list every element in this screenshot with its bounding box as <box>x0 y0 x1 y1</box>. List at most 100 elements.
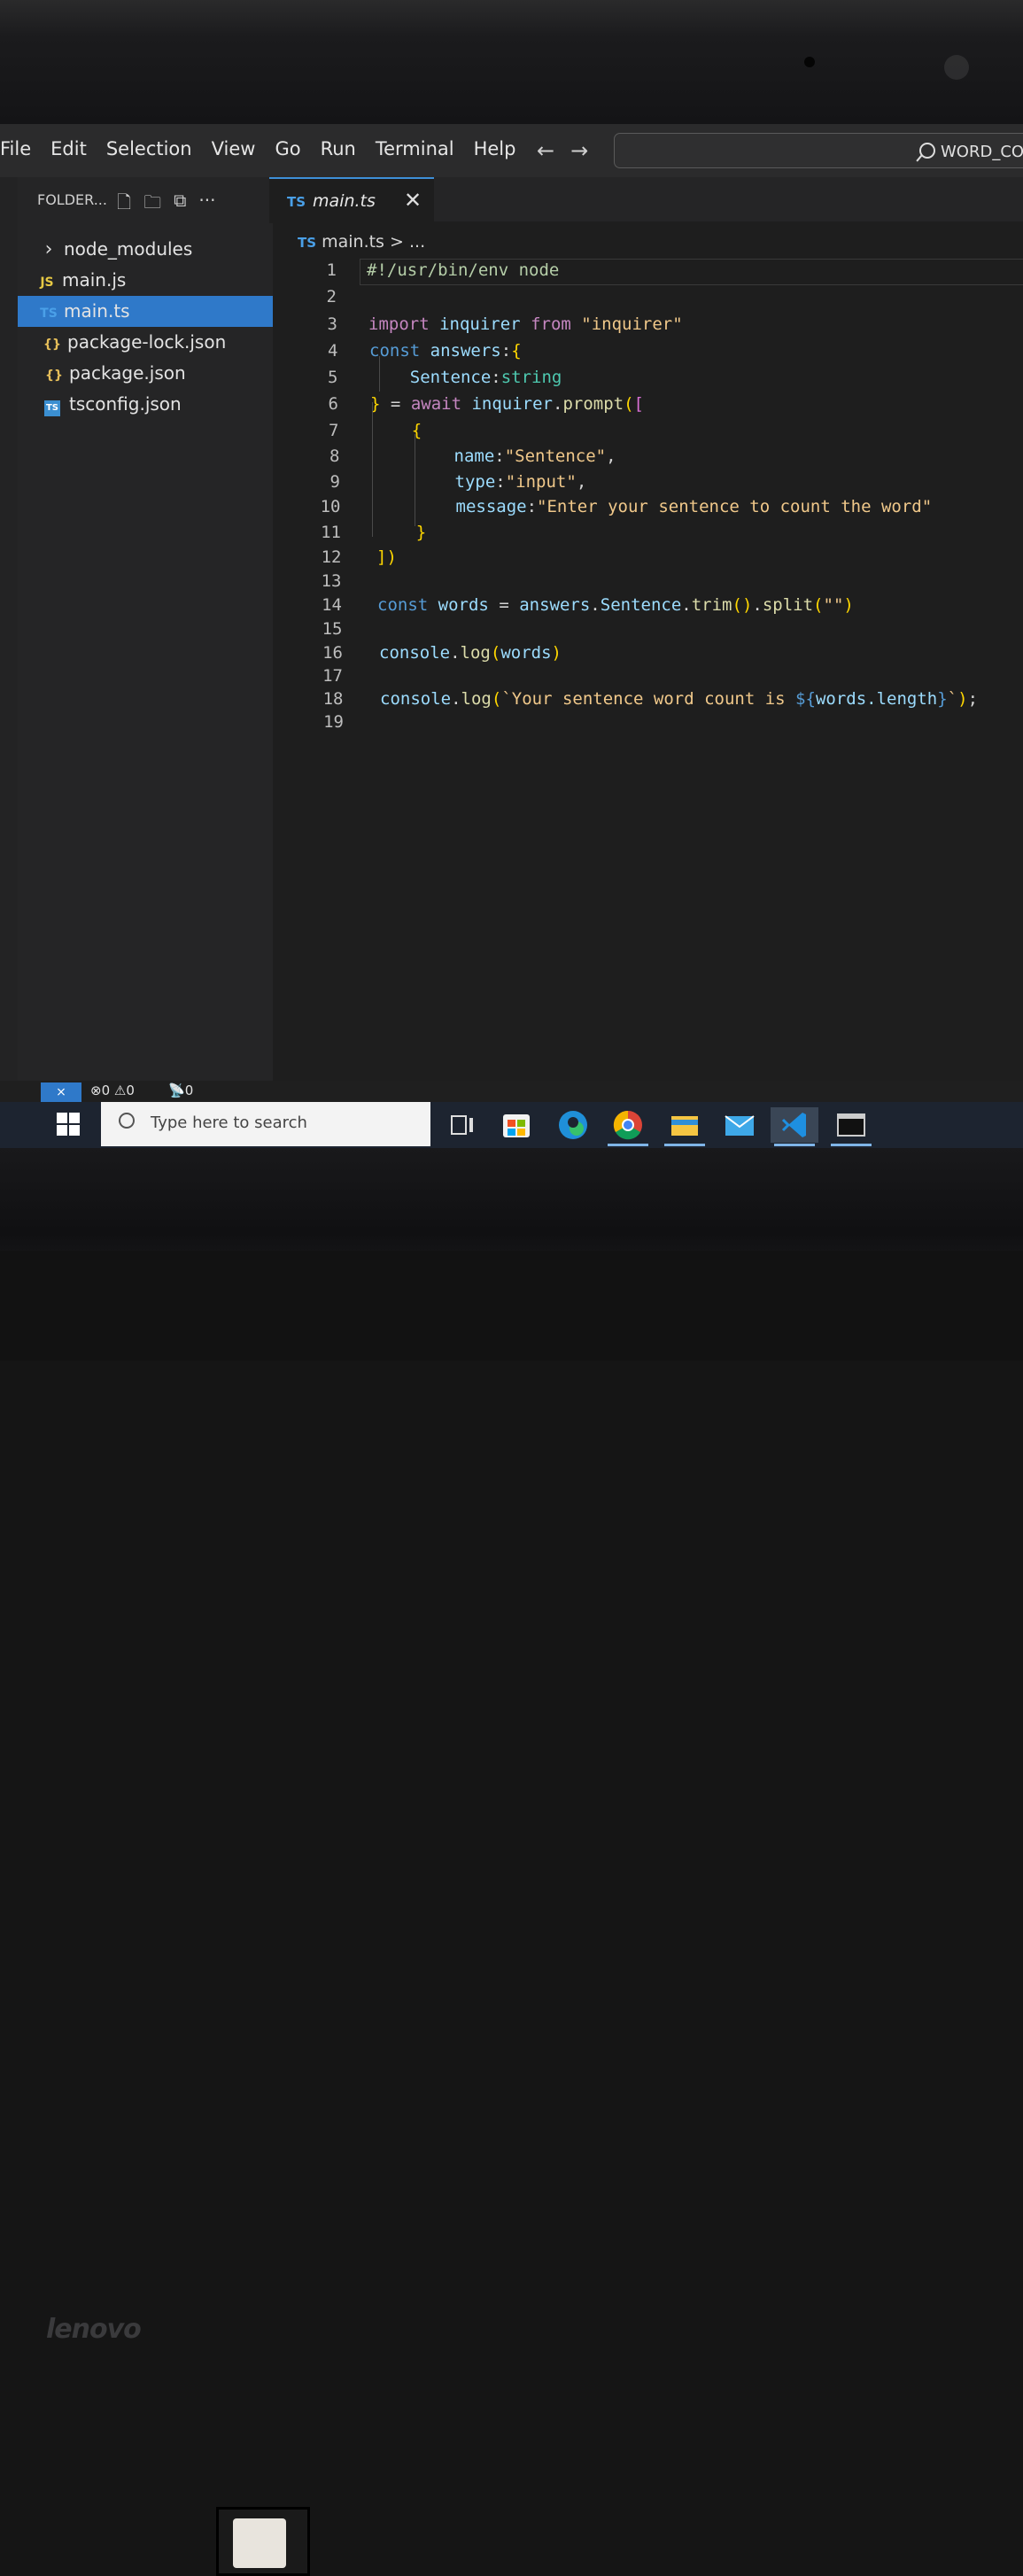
forward-arrow-icon[interactable]: → <box>570 138 588 163</box>
title-bar: File Edit Selection View Go Run Terminal Help ←… <box>0 124 1023 177</box>
task-view-icon[interactable] <box>441 1107 489 1143</box>
new-folder-icon[interactable]: 🗀 <box>143 190 161 220</box>
code-text: message:"Enter your sentence to count th… <box>455 497 933 516</box>
new-file-icon[interactable]: 🗋 <box>117 190 131 220</box>
code-text: Sentence:string <box>409 368 562 387</box>
running-indicator <box>831 1144 872 1146</box>
camera-sensor <box>944 55 969 80</box>
ts-file-icon: TS <box>287 194 306 210</box>
ports-count: 0 <box>184 1082 194 1098</box>
vscode-icon[interactable] <box>771 1107 818 1146</box>
edge-icon[interactable] <box>549 1107 597 1143</box>
tab-label: main.ts <box>313 191 376 211</box>
windows-start-icon[interactable] <box>57 1113 80 1136</box>
tree-item-package-json[interactable]: {} package.json <box>18 358 273 389</box>
line-number: 2 <box>326 287 337 306</box>
menu-item-file[interactable]: File <box>0 138 41 159</box>
breadcrumb-rest: ... <box>408 232 426 252</box>
breadcrumb[interactable]: TS main.ts > ... <box>298 232 425 252</box>
menu-item-terminal[interactable]: Terminal <box>366 138 464 159</box>
search-icon <box>919 143 935 159</box>
broadcast-icon: 📡 <box>168 1082 185 1098</box>
menu-item-go[interactable]: Go <box>265 138 310 159</box>
code-text: name:"Sentence", <box>453 446 616 466</box>
explorer-header[interactable]: FOLDER... <box>37 191 107 208</box>
breadcrumb-file: main.ts <box>322 232 384 252</box>
taskbar-search[interactable]: Type here to search <box>101 1102 430 1146</box>
menu-item-run[interactable]: Run <box>311 138 366 159</box>
line-number: 7 <box>329 421 339 440</box>
microsoft-store-icon[interactable] <box>494 1107 542 1143</box>
line-number: 13 <box>321 571 342 591</box>
remote-indicator[interactable]: ⨯ <box>41 1082 81 1102</box>
line-number: 19 <box>323 712 344 732</box>
tree-item-package-lock-json[interactable]: {} package-lock.json <box>18 327 273 358</box>
ts-file-icon: TS <box>298 235 317 251</box>
status-bar: ⨯ ⊗0 ⚠0 📡0 <box>18 1081 1023 1102</box>
ports-indicator[interactable]: 📡0 <box>168 1082 193 1098</box>
tree-item-main-ts[interactable]: TS main.ts <box>18 296 273 327</box>
terminal-icon[interactable] <box>827 1107 875 1146</box>
indent-guide <box>372 402 373 537</box>
file-explorer-icon[interactable] <box>661 1107 709 1146</box>
line-number: 5 <box>328 368 338 387</box>
menu-item-selection[interactable]: Selection <box>97 138 202 159</box>
tree-item-main-js[interactable]: JS main.js <box>18 265 273 296</box>
running-indicator <box>608 1144 648 1146</box>
command-center-search[interactable]: WORD_CO <box>614 133 1023 168</box>
json-file-icon: {} <box>45 369 63 383</box>
line-number: 17 <box>322 666 343 686</box>
line-number: 4 <box>328 341 338 361</box>
mail-icon[interactable] <box>716 1107 763 1143</box>
error-count: 0 <box>101 1082 111 1098</box>
tab-main-ts[interactable]: TS main.ts ✕ <box>269 177 434 223</box>
tree-item-label: main.ts <box>64 300 130 322</box>
line-number: 1 <box>326 260 337 280</box>
line-number: 14 <box>322 595 342 615</box>
js-file-icon: JS <box>40 275 54 290</box>
menu-item-help[interactable]: Help <box>464 138 526 159</box>
sticker <box>216 2507 310 2576</box>
tree-item-label: tsconfig.json <box>69 393 182 415</box>
nav-arrows: ← → <box>537 138 588 163</box>
code-text: console.log(words) <box>379 643 562 663</box>
brand-logo: lenovo <box>46 2314 142 2345</box>
line-number: 3 <box>327 314 337 334</box>
taskbar-search-placeholder: Type here to search <box>151 1113 307 1132</box>
chrome-icon[interactable] <box>604 1107 652 1146</box>
search-text: WORD_CO <box>941 143 1023 161</box>
indent-guide <box>379 356 380 392</box>
menu-item-view[interactable]: View <box>202 138 266 159</box>
chevron-right-icon: › <box>44 238 53 260</box>
laptop-hinge <box>0 1251 1023 2576</box>
code-text: const answers:{ <box>369 341 522 361</box>
activity-bar <box>0 177 18 1081</box>
warning-icon: ⚠ <box>113 1082 127 1098</box>
back-arrow-icon[interactable]: ← <box>537 138 554 163</box>
line-number: 8 <box>329 446 340 466</box>
tab-bar: TS main.ts ✕ <box>269 177 1023 223</box>
code-text: import inquirer from "inquirer" <box>368 314 683 334</box>
collapse-all-icon[interactable]: ⧉ <box>174 190 186 220</box>
explorer-toolbar: 🗋 🗀 ⧉ ··· <box>117 190 215 220</box>
line-number: 11 <box>321 523 341 542</box>
code-text: const words = answers.Sentence.trim().sp… <box>377 595 854 615</box>
line-number: 9 <box>329 472 340 492</box>
tree-item-tsconfig-json[interactable]: TS tsconfig.json <box>18 389 273 420</box>
line-number: 12 <box>321 547 342 567</box>
line-number: 10 <box>320 497 341 516</box>
file-tree: › node_modules JS main.js TS main.ts {} package… <box>18 234 273 420</box>
close-icon[interactable]: ✕ <box>404 188 422 213</box>
problems-indicator[interactable]: ⊗0 ⚠0 <box>90 1082 135 1098</box>
error-icon: ⊗ <box>90 1082 102 1098</box>
code-text: ]) <box>376 547 397 567</box>
windows-taskbar: Type here to search <box>0 1102 1023 1148</box>
search-icon <box>119 1113 135 1129</box>
line-number: 6 <box>328 394 338 414</box>
code-text: type:"input", <box>454 472 587 492</box>
explorer-sidebar: FOLDER... 🗋 🗀 ⧉ ··· › node_modules JS main.… <box>18 177 273 1146</box>
line-number: 15 <box>322 619 343 639</box>
menu-item-edit[interactable]: Edit <box>41 138 97 159</box>
more-actions-icon[interactable]: ··· <box>198 190 215 220</box>
tree-item-node-modules[interactable]: › node_modules <box>18 234 273 265</box>
